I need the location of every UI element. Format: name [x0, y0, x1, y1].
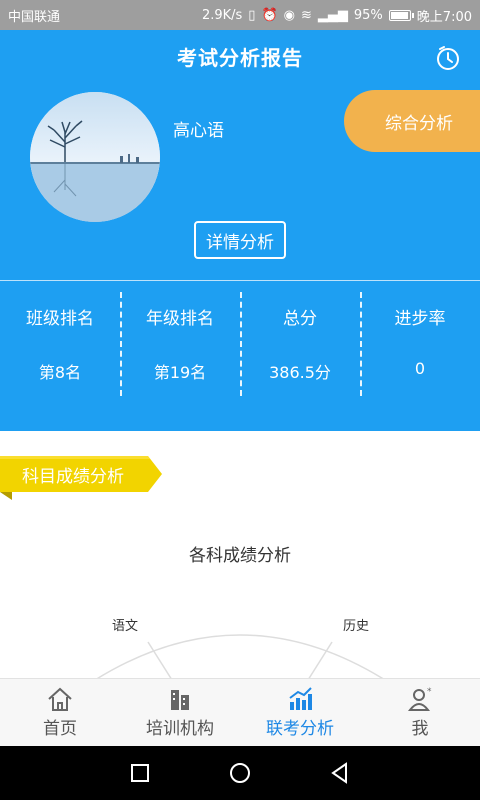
- nav-me[interactable]: * 我: [360, 679, 480, 746]
- stat-grade-rank: 年级排名 第19名: [120, 292, 240, 396]
- chart-icon: [289, 687, 312, 710]
- back-icon[interactable]: [328, 761, 352, 785]
- radar-axis: [307, 641, 333, 680]
- stat-progress-rate: 进步率 0: [360, 292, 480, 396]
- stat-value: 第8名: [38, 363, 82, 382]
- stat-class-rank: 班级排名 第8名: [0, 292, 120, 396]
- section-ribbon: 科目成绩分析: [0, 452, 162, 500]
- student-name: 高心语: [173, 121, 224, 141]
- nav-training[interactable]: 培训机构: [120, 679, 240, 746]
- vibrate-icon: ▯: [248, 7, 256, 23]
- page-title: 考试分析报告: [177, 46, 303, 70]
- stat-value: 386.5分: [269, 363, 331, 382]
- radar-chart: 语文 历史: [94, 619, 386, 680]
- wifi-icon: ≋: [300, 7, 312, 23]
- home-icon: [48, 687, 72, 711]
- system-navigation-bar: [0, 746, 480, 800]
- stats-row: 班级排名 第8名 年级排名 第19名 总分 386.5分 进步率 0: [0, 292, 480, 396]
- report-header: 考试分析报告 高心语 综合分析 详情分析 班级排名 第8名 年级排名 第19名 …: [0, 30, 480, 431]
- user-icon: *: [407, 687, 432, 711]
- chart-title: 各科成绩分析: [189, 546, 291, 566]
- stat-label: 班级排名: [26, 309, 94, 329]
- stat-label: 总分: [283, 309, 317, 329]
- status-bar: 中国联通 2.9K/s ▯ ⏰ ◉ ≋ ▂▄▆ 95% 晚上7:00: [0, 0, 480, 30]
- avatar[interactable]: [30, 92, 160, 222]
- nav-home[interactable]: 首页: [0, 679, 120, 746]
- nav-exam-analysis[interactable]: 联考分析: [240, 679, 360, 746]
- stat-value: 第19名: [153, 363, 207, 382]
- home-button-icon[interactable]: [228, 761, 252, 785]
- stat-value: 0: [414, 359, 426, 378]
- status-indicators: 2.9K/s ▯ ⏰ ◉ ≋ ▂▄▆ 95% 晚上7:00: [202, 6, 472, 25]
- stat-total-score: 总分 386.5分: [240, 292, 360, 396]
- eye-icon: ◉: [283, 7, 295, 23]
- nav-label: 我: [411, 719, 429, 739]
- network-speed: 2.9K/s: [201, 7, 243, 23]
- detail-analysis-button[interactable]: 详情分析: [194, 221, 286, 259]
- signal-icon: ▂▄▆: [317, 7, 348, 23]
- radar-label-history: 历史: [343, 619, 369, 634]
- divider: [0, 280, 480, 281]
- nav-label: 联考分析: [266, 719, 334, 739]
- building-icon: [171, 690, 189, 710]
- radar-outline: [94, 634, 386, 680]
- nav-label: 首页: [43, 719, 77, 739]
- radar-label-chinese: 语文: [112, 619, 138, 634]
- summary-analysis-button[interactable]: 综合分析: [344, 90, 480, 152]
- svg-text:*: *: [427, 687, 432, 697]
- avatar-image: [30, 92, 160, 222]
- stat-label: 进步率: [394, 309, 446, 329]
- screen: 中国联通 2.9K/s ▯ ⏰ ◉ ≋ ▂▄▆ 95% 晚上7:00 考试分析报…: [0, 0, 480, 800]
- battery-icon: [388, 9, 414, 21]
- radar-axis: [147, 641, 173, 680]
- stat-label: 年级排名: [146, 309, 214, 329]
- clock-time: 晚上7:00: [416, 9, 472, 25]
- carrier-label: 中国联通: [8, 9, 61, 25]
- section-title: 科目成绩分析: [22, 467, 124, 487]
- alarm-icon: ⏰: [261, 7, 278, 23]
- nav-label: 培训机构: [146, 719, 214, 739]
- battery-percent: 95%: [353, 7, 383, 23]
- recent-apps-icon[interactable]: [128, 761, 152, 785]
- clock-icon[interactable]: [434, 44, 462, 72]
- bottom-navigation: 首页 培训机构 联考分析 * 我: [0, 678, 480, 746]
